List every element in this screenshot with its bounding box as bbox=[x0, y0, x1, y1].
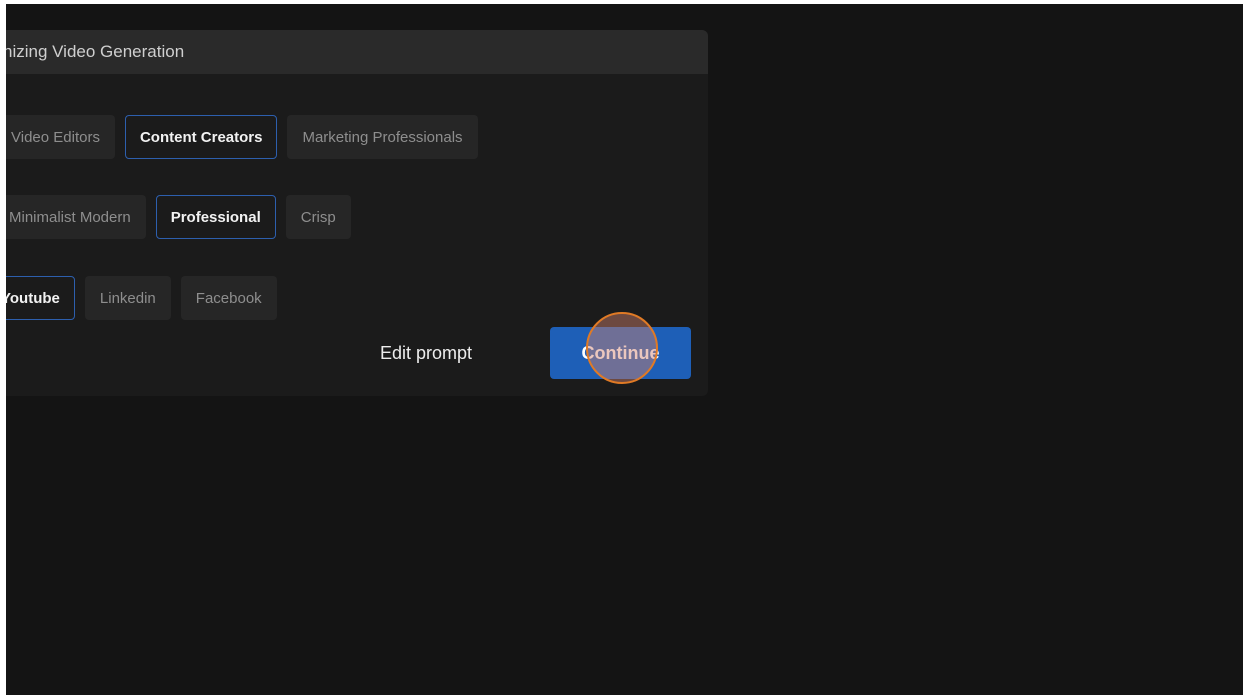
audience-options: Video Editors Content Creators Marketing… bbox=[6, 115, 478, 159]
option-facebook[interactable]: Facebook bbox=[180, 276, 277, 320]
option-linkedin[interactable]: Linkedin bbox=[84, 276, 171, 320]
edit-prompt-button[interactable]: Edit prompt bbox=[380, 343, 472, 364]
option-minimalist-modern[interactable]: Minimalist Modern bbox=[6, 195, 146, 239]
video-generation-panel: nizing Video Generation Video Editors Co… bbox=[6, 30, 708, 396]
panel-header: nizing Video Generation bbox=[6, 30, 708, 74]
option-marketing-professionals[interactable]: Marketing Professionals bbox=[287, 115, 478, 159]
style-options: Minimalist Modern Professional Crisp bbox=[6, 195, 351, 239]
option-youtube[interactable]: Youtube bbox=[6, 276, 75, 320]
platform-options: Youtube Linkedin Facebook bbox=[6, 276, 277, 320]
panel-title: nizing Video Generation bbox=[6, 42, 185, 61]
option-professional[interactable]: Professional bbox=[155, 195, 276, 239]
app-viewport: nizing Video Generation Video Editors Co… bbox=[6, 4, 1243, 695]
continue-button[interactable]: Continue bbox=[550, 327, 691, 379]
option-content-creators[interactable]: Content Creators bbox=[124, 115, 278, 159]
option-video-editors[interactable]: Video Editors bbox=[6, 115, 115, 159]
option-crisp[interactable]: Crisp bbox=[285, 195, 351, 239]
